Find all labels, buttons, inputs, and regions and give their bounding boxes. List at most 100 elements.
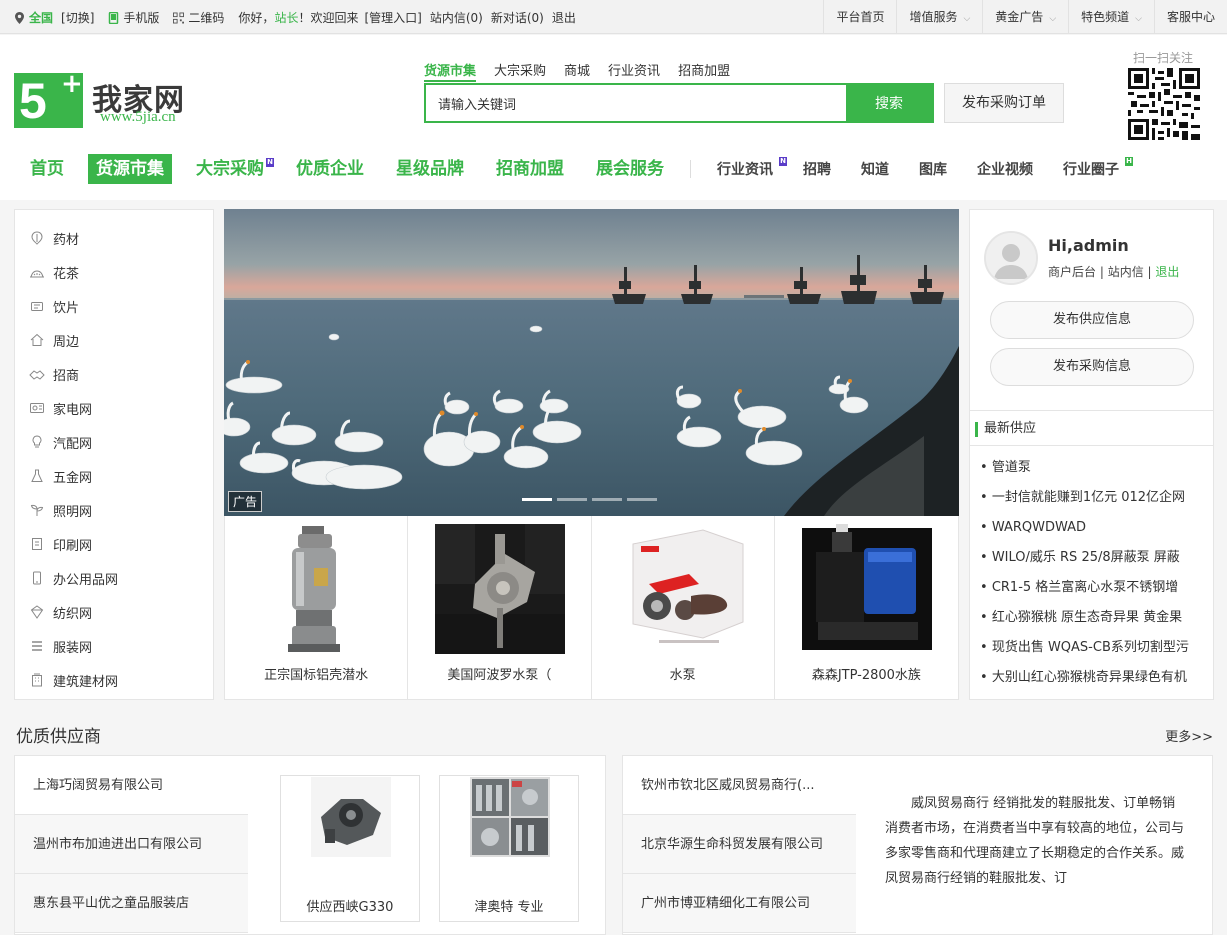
more-suppliers-link[interactable]: 更多>>: [1165, 726, 1213, 745]
category-item[interactable]: 服装网: [15, 629, 213, 663]
slice-icon: [29, 298, 45, 314]
mobile-version-link[interactable]: 手机版: [108, 9, 159, 26]
category-label: 办公用品网: [53, 572, 119, 588]
inbox-link[interactable]: 站内信(0): [430, 9, 483, 26]
nav-market[interactable]: 货源市集: [88, 154, 172, 184]
search-tab-bulk[interactable]: 大宗采购: [494, 60, 546, 82]
category-item[interactable]: 药材: [15, 221, 213, 255]
category-item[interactable]: 饮片: [15, 289, 213, 323]
nav-know[interactable]: 知道: [845, 159, 903, 179]
product-image: [435, 524, 566, 654]
category-item[interactable]: 五金网: [15, 459, 213, 493]
nav-video[interactable]: 企业视频: [961, 159, 1047, 179]
list-item[interactable]: CR1-5 格兰富离心水泵不锈钢增: [980, 573, 1205, 603]
publish-supply-button[interactable]: 发布供应信息: [990, 301, 1194, 339]
supplier-item[interactable]: 钦州市钦北区威凤贸易商行(...: [623, 756, 856, 815]
clothing-icon: [29, 638, 45, 654]
carousel-dot[interactable]: [522, 498, 552, 501]
category-item[interactable]: 照明网: [15, 493, 213, 527]
main-nav: 首页 货源市集 大宗采购 N 优质企业 星级品牌 招商加盟 展会服务 行业资讯 N …: [14, 153, 1133, 185]
top-link-special-channel[interactable]: 特色频道 ⌵: [1068, 0, 1154, 34]
nav-bulk-purchase[interactable]: 大宗采购 N: [180, 154, 280, 184]
search-tab-market[interactable]: 货源市集: [424, 60, 477, 82]
product-card[interactable]: 森森JTP-2800水族: [775, 516, 958, 699]
top-link-value-added[interactable]: 增值服务 ⌵: [896, 0, 982, 34]
category-item[interactable]: 周边: [15, 323, 213, 357]
publish-purchase-button[interactable]: 发布采购信息: [990, 348, 1194, 386]
nav-star-brand[interactable]: 星级品牌: [380, 154, 480, 184]
product-card[interactable]: 水泵: [592, 516, 775, 699]
list-item[interactable]: WILO/威乐 RS 25/8屏蔽泵 屏蔽: [980, 543, 1205, 573]
nav-home[interactable]: 首页: [14, 154, 80, 184]
user-logout-link[interactable]: 退出: [1155, 265, 1179, 279]
search-tab-news[interactable]: 行业资讯: [608, 60, 660, 82]
location-switch-link[interactable]: [切换]: [61, 9, 94, 26]
greeting-username[interactable]: 站长: [274, 11, 298, 25]
list-item[interactable]: 管道泵: [980, 453, 1205, 483]
search-button[interactable]: 搜索: [846, 85, 932, 121]
search-tab-franchise[interactable]: 招商加盟: [678, 60, 730, 82]
list-item[interactable]: 现货出售 WQAS-CB系列切割型污: [980, 633, 1205, 663]
category-item[interactable]: 印刷网: [15, 527, 213, 561]
site-logo[interactable]: 5 + 我家网 www.5jia.cn: [14, 73, 196, 129]
category-item[interactable]: 建筑建材网: [15, 663, 213, 697]
category-item[interactable]: 花茶: [15, 255, 213, 289]
category-item[interactable]: 汽配网: [15, 425, 213, 459]
nav-industry-news[interactable]: 行业资讯 N: [701, 157, 787, 179]
search-tabs: 货源市集 大宗采购 商城 行业资讯 招商加盟: [424, 60, 730, 82]
product-card[interactable]: 正宗国标铝壳潜水: [225, 516, 409, 699]
nav-jobs[interactable]: 招聘: [787, 159, 845, 179]
supplier-item[interactable]: 温州市布加迪进出口有限公司: [15, 815, 248, 874]
nav-exhibition[interactable]: 展会服务: [580, 154, 680, 184]
location-selector[interactable]: 全国: [14, 9, 53, 26]
category-item[interactable]: 纺织网: [15, 595, 213, 629]
hero-banner[interactable]: 广告: [224, 209, 959, 516]
supplier-item[interactable]: 北京华源生命科贸发展有限公司: [623, 815, 856, 874]
merchant-backend-link[interactable]: 商户后台: [1048, 265, 1096, 279]
category-item[interactable]: 家电网: [15, 391, 213, 425]
qrcode-link[interactable]: 二维码: [173, 9, 224, 26]
carousel-dot[interactable]: [592, 498, 622, 501]
supplier-item[interactable]: 广州市博亚精细化工有限公司: [623, 874, 856, 933]
tea-icon: [29, 264, 45, 280]
appliance-icon: [29, 400, 45, 416]
nav-label: 企业视频: [977, 162, 1033, 178]
list-item[interactable]: 一封信就能赚到1亿元 012亿企网: [980, 483, 1205, 513]
user-inbox-link[interactable]: 站内信: [1108, 265, 1144, 279]
nav-circle[interactable]: 行业圈子 H: [1047, 157, 1133, 179]
avatar[interactable]: [984, 231, 1038, 285]
top-link-gold-ads[interactable]: 黄金广告 ⌵: [982, 0, 1068, 34]
nav-gallery[interactable]: 图库: [903, 159, 961, 179]
supplier-item[interactable]: 惠东县平山优之童品服装店: [15, 874, 248, 933]
top-link-service-center[interactable]: 客服中心: [1153, 0, 1227, 34]
admin-entry-link[interactable]: [管理入口]: [364, 9, 421, 26]
carousel-dot[interactable]: [557, 498, 587, 501]
list-item[interactable]: 红心猕猴桃 原生态奇异果 黄金果: [980, 603, 1205, 633]
sprout-icon: [29, 502, 45, 518]
search-tab-mall[interactable]: 商城: [564, 60, 590, 82]
product-name: 水泵: [669, 668, 696, 683]
publish-order-button[interactable]: 发布采购订单: [944, 83, 1064, 123]
category-label: 照明网: [53, 504, 93, 520]
latest-supply-heading: 最新供应: [970, 410, 1213, 446]
qrcode-icon: [173, 12, 185, 23]
logout-link[interactable]: 退出: [552, 9, 576, 26]
nav-quality-enterprise[interactable]: 优质企业: [280, 154, 380, 184]
list-item[interactable]: WARQWDWAD: [980, 513, 1205, 543]
product-card[interactable]: 美国阿波罗水泵（: [408, 516, 592, 699]
supplier-item[interactable]: 上海巧阔贸易有限公司: [15, 756, 248, 815]
supplier-panel-right: 钦州市钦北区威凤贸易商行(... 北京华源生命科贸发展有限公司 广州市博亚精细化…: [622, 755, 1213, 935]
qrcode-label: 二维码: [188, 10, 225, 25]
carousel-dot[interactable]: [627, 498, 657, 501]
supplier-panel-left: 上海巧阔贸易有限公司 温州市布加迪进出口有限公司 惠东县平山优之童品服装店 供应…: [14, 755, 606, 935]
list-item[interactable]: 大别山红心猕猴桃奇异果绿色有机: [980, 663, 1205, 693]
nav-franchise[interactable]: 招商加盟: [480, 154, 580, 184]
search-input[interactable]: [426, 85, 848, 121]
category-item[interactable]: 招商: [15, 357, 213, 391]
banner-swans-image: [224, 209, 959, 516]
category-item[interactable]: 办公用品网: [15, 561, 213, 595]
supplier-product-card[interactable]: 津奥特 专业: [439, 775, 579, 922]
top-link-home[interactable]: 平台首页: [823, 0, 896, 34]
supplier-product-card[interactable]: 供应西峡G330: [280, 775, 420, 922]
new-chat-link[interactable]: 新对话(0): [491, 9, 544, 26]
